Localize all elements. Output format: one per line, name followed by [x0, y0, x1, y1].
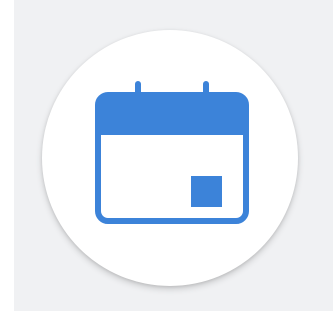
calendar-icon [95, 81, 249, 224]
